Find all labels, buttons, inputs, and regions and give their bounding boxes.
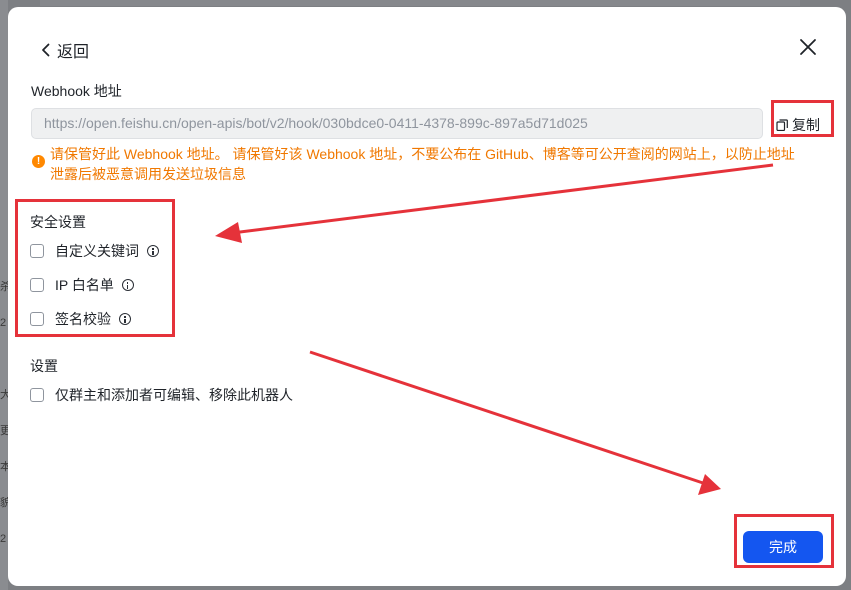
background-text: 貌 [0, 497, 8, 509]
done-highlight-box [734, 514, 834, 568]
checkbox[interactable] [30, 388, 44, 402]
option-label: 仅群主和添加者可编辑、移除此机器人 [55, 387, 293, 403]
background-top-strip [40, 0, 800, 6]
back-button[interactable]: 返回 [38, 38, 89, 62]
background-text: 大 [0, 389, 8, 401]
webhook-address-label: Webhook 地址 [31, 83, 122, 99]
close-icon[interactable] [798, 37, 818, 57]
chevron-left-icon [42, 43, 50, 57]
webhook-warning-text: 请保管好此 Webhook 地址。 请保管好该 Webhook 地址，不要公布在… [50, 146, 795, 182]
background-text: 2 [0, 317, 7, 329]
background-text: 2 [0, 533, 7, 545]
webhook-url-field[interactable]: https://open.feishu.cn/open-apis/bot/v2/… [31, 108, 763, 139]
warning-icon: ! [32, 155, 45, 168]
background-text: 更 [0, 425, 8, 437]
settings-title: 设置 [30, 358, 58, 374]
background-text: 本 [0, 461, 8, 473]
background-text: 杀 [0, 281, 8, 293]
back-label: 返回 [57, 44, 90, 61]
webhook-dialog: 返回 Webhook 地址 https://open.feishu.cn/ope… [8, 7, 846, 586]
owner-only-edit-option[interactable]: 仅群主和添加者可编辑、移除此机器人 [30, 385, 293, 405]
security-highlight-box [15, 199, 175, 337]
copy-highlight-box [771, 100, 834, 137]
